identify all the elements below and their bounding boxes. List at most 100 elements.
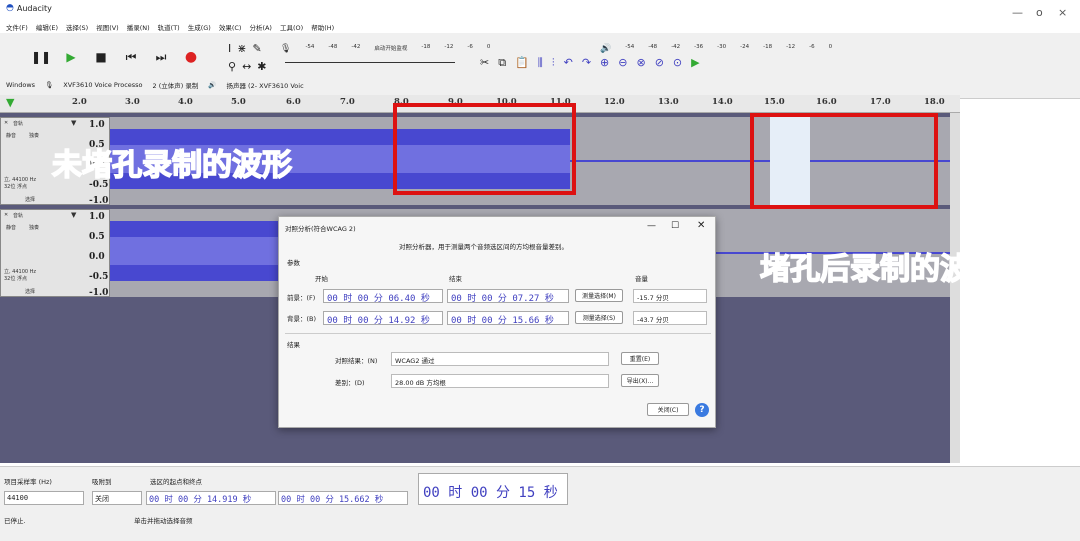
zoom-in-icon[interactable]: ⊕ <box>600 56 609 70</box>
bg-measure-button[interactable]: 测量选择(S) <box>575 311 623 324</box>
export-button[interactable]: 导出(X)... <box>621 374 659 387</box>
solo-button[interactable]: 独奏 <box>29 224 39 231</box>
undo-icon[interactable]: ↶ <box>564 56 573 70</box>
output-device-select[interactable]: 扬声器 (2- XVF3610 Voic <box>226 80 303 90</box>
envelope-tool-icon[interactable]: ⋇ <box>237 42 246 55</box>
fit-project-icon[interactable]: ⊘ <box>655 56 664 70</box>
speaker-icon: 🔊 <box>208 81 217 89</box>
track-close-button[interactable]: ✕ <box>4 212 8 218</box>
track-select-button[interactable]: 选择 <box>25 288 35 295</box>
ruler-tick: 12.0 <box>604 97 625 107</box>
track-rate: 立, 44100 Hz <box>4 177 37 183</box>
ruler-tick: 13.0 <box>658 97 679 107</box>
track-close-button[interactable]: ✕ <box>4 120 8 126</box>
menu-file[interactable]: 文件(F) <box>6 22 28 32</box>
menu-effect[interactable]: 效果(C) <box>219 22 242 32</box>
track-select-button[interactable]: 选择 <box>25 196 35 203</box>
paste-icon[interactable]: 📋 <box>515 56 529 70</box>
ruler-tick: 6.0 <box>286 97 301 107</box>
trim-icon[interactable]: ⫼ <box>538 56 543 70</box>
track-name[interactable]: 音轨 <box>13 120 23 127</box>
diff-field: 28.00 dB 方均根 <box>391 374 609 388</box>
menu-generate[interactable]: 生成(G) <box>188 22 211 32</box>
help-icon[interactable]: ? <box>695 403 709 417</box>
rate-label: 项目采样率 (Hz) <box>4 478 52 486</box>
stop-button[interactable]: ■ <box>90 48 112 66</box>
input-device-select[interactable]: XVF3610 Voice Processo <box>63 81 142 89</box>
menu-edit[interactable]: 编辑(E) <box>36 22 58 32</box>
minimize-button[interactable]: — <box>1012 6 1023 19</box>
bg-start-field[interactable]: 00 时 00 分 14.92 秒 <box>323 311 443 325</box>
meter-tick: -36 <box>694 44 704 50</box>
audio-position-field[interactable]: 00 时 00 分 15 秒 <box>418 473 568 505</box>
multi-tool-icon[interactable]: ✱ <box>257 60 266 73</box>
dialog-close-icon[interactable]: ✕ <box>697 220 705 231</box>
selection-start-field[interactable]: 00 时 00 分 14.919 秒 <box>146 491 276 505</box>
solo-button[interactable]: 独奏 <box>29 132 39 139</box>
fg-measure-button[interactable]: 测量选择(M) <box>575 289 623 302</box>
draw-tool-icon[interactable]: ✎ <box>252 42 261 55</box>
skip-start-button[interactable]: ⏮ <box>120 48 142 66</box>
zoom-tool-icon[interactable]: ⚲ <box>228 60 236 73</box>
skip-end-icon: ⏭ <box>155 49 167 64</box>
meter-start-monitor[interactable]: 启动开始监视 <box>374 44 407 54</box>
dialog-title: 对照分析(符合WCAG 2) <box>285 225 356 233</box>
channels-select[interactable]: 2 (立体声) 录制 <box>153 80 199 90</box>
fg-volume-field[interactable]: -15.7 分贝 <box>633 289 707 303</box>
fit-selection-icon[interactable]: ⊗ <box>636 56 645 70</box>
cut-icon[interactable]: ✂ <box>480 56 489 70</box>
menu-help[interactable]: 帮助(H) <box>311 22 334 32</box>
meter-tick: -12 <box>444 44 454 50</box>
silence-icon[interactable]: ⫶ <box>552 56 555 70</box>
fg-start-field[interactable]: 00 时 00 分 06.40 秒 <box>323 289 443 303</box>
record-button[interactable]: ● <box>180 48 202 66</box>
play-at-speed-icon[interactable]: ▶ <box>691 56 699 70</box>
ruler-tick: 7.0 <box>340 97 355 107</box>
zoom-out-icon[interactable]: ⊖ <box>618 56 627 70</box>
play-button[interactable]: ▶ <box>60 48 82 66</box>
vertical-scrollbar[interactable] <box>950 113 960 463</box>
audio-host-select[interactable]: Windows <box>6 81 35 89</box>
contrast-dialog: 对照分析(符合WCAG 2) — ☐ ✕ 对照分析器，用于测量两个音频选区间的方… <box>278 216 716 428</box>
dialog-close-button[interactable]: 关闭(C) <box>647 403 689 416</box>
playback-meter[interactable]: 🔊 -54 -48 -42 -36 -30 -24 -18 -12 -6 0 <box>600 44 832 54</box>
project-rate-select[interactable]: 44100 <box>4 491 84 505</box>
fg-end-field[interactable]: 00 时 00 分 07.27 秒 <box>447 289 569 303</box>
track-name[interactable]: 音轨 <box>13 212 23 219</box>
dialog-minimize-button[interactable]: — <box>647 221 656 231</box>
menu-analyze[interactable]: 分析(A) <box>249 22 272 32</box>
copy-icon[interactable]: ⧉ <box>498 56 506 70</box>
track-menu-icon[interactable]: ▼ <box>71 119 76 127</box>
timeline-options-icon[interactable]: ▼ <box>6 96 14 109</box>
pause-button[interactable]: ❚❚ <box>30 48 52 66</box>
window-title: Audacity <box>16 3 52 13</box>
skip-end-button[interactable]: ⏭ <box>150 48 172 66</box>
track-header[interactable]: ✕ 音轨 ▼ 静音 独奏 立, 44100 Hz 32位 浮点 选择 1.0 0… <box>0 209 110 298</box>
reset-button[interactable]: 重置(E) <box>621 352 659 365</box>
mute-button[interactable]: 静音 <box>6 224 16 231</box>
menu-tools[interactable]: 工具(O) <box>280 22 303 32</box>
selection-tool-icon[interactable]: I <box>228 42 231 55</box>
dialog-maximize-button[interactable]: ☐ <box>671 221 679 231</box>
close-button[interactable]: × <box>1058 6 1067 19</box>
track-menu-icon[interactable]: ▼ <box>71 211 76 219</box>
selection-end-field[interactable]: 00 时 00 分 15.662 秒 <box>278 491 408 505</box>
bg-end-field[interactable]: 00 时 00 分 15.66 秒 <box>447 311 569 325</box>
ruler-tick: 16.0 <box>816 97 837 107</box>
bg-volume-field[interactable]: -43.7 分贝 <box>633 311 707 325</box>
snap-select[interactable]: 关闭 <box>92 491 142 505</box>
menu-view[interactable]: 视图(V) <box>96 22 119 32</box>
timeshift-tool-icon[interactable]: ↔ <box>242 60 251 73</box>
mute-button[interactable]: 静音 <box>6 132 16 139</box>
record-volume-slider[interactable] <box>285 62 455 63</box>
meter-tick: -18 <box>763 44 773 50</box>
zoom-toggle-icon[interactable]: ⊙ <box>673 56 682 70</box>
menu-tracks[interactable]: 轨道(T) <box>158 22 180 32</box>
redo-icon[interactable]: ↷ <box>582 56 591 70</box>
menu-transport[interactable]: 播录(N) <box>127 22 150 32</box>
record-meter[interactable]: 🎙 -54 -48 -42 启动开始监视 -18 -12 -6 0 <box>280 44 490 54</box>
title-bar: ◓ Audacity — o × <box>0 0 1080 22</box>
audacity-logo-icon: ◓ <box>6 3 14 13</box>
maximize-button[interactable]: o <box>1036 6 1043 19</box>
menu-select[interactable]: 选择(S) <box>66 22 88 32</box>
